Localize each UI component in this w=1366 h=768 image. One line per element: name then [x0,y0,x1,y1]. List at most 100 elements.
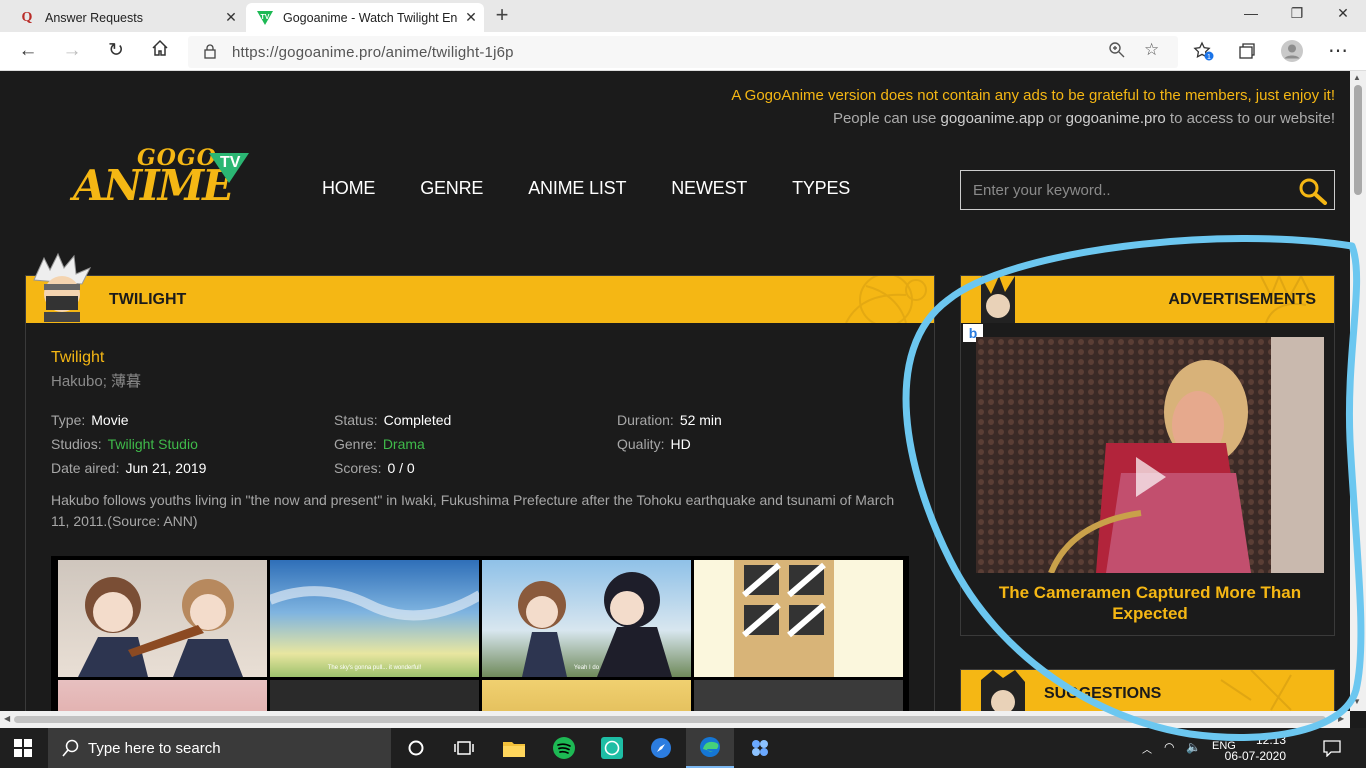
info-type: Type: Movie [51,412,129,428]
studio-link[interactable]: Twilight Studio [108,436,198,452]
anime-info-box: TWILIGHT Twilight Hakubo; 薄暮 Type: Movie … [25,252,935,711]
clock-time: 12:13 [1256,733,1287,747]
taskbar-search[interactable]: Type here to search [48,728,391,768]
ads-title: ADVERTISEMENTS [1168,291,1316,308]
search-box [960,170,1335,210]
tray-chevron-icon[interactable]: ︿ [1142,741,1152,756]
advertisements-box: ADVERTISEMENTS b The Cameramen Captured … [960,275,1335,636]
nav-newest[interactable]: NEWEST [671,178,747,199]
cortana-icon[interactable] [392,728,440,768]
url-field[interactable]: https://gogoanime.pro/anime/twilight-1j6… [188,36,1178,68]
horizontal-scrollbar[interactable]: ◀ ▶ [0,711,1350,728]
close-tab-icon[interactable]: ✕ [218,9,244,26]
web-page: A GogoAnime version does not contain any… [0,71,1350,711]
profile-avatar[interactable] [1281,40,1303,67]
search-input[interactable] [961,171,1281,209]
safari-icon[interactable] [637,728,685,768]
forward-button[interactable]: → [58,39,86,65]
notifications-icon[interactable] [1323,739,1341,762]
ads-header: ADVERTISEMENTS [961,276,1334,323]
minimize-button[interactable]: — [1228,0,1274,28]
scroll-thumb[interactable] [14,716,1326,723]
info-scores: Scores: 0 / 0 [334,460,415,476]
close-tab-icon[interactable]: ✕ [458,9,484,26]
home-button[interactable] [146,39,174,65]
mascot-icon [26,250,98,327]
gallery-caption: The sky's gonna pull... it wonderful! [327,665,422,671]
nav-anime-list[interactable]: ANIME LIST [528,178,626,199]
new-tab-button[interactable]: + [490,4,514,28]
info-genre: Genre: Drama [334,436,425,452]
info-type-value: Movie [91,412,129,428]
clock[interactable]: 12:13 06-07-2020 [1220,732,1286,764]
info-status: Status: Completed [334,412,452,428]
collections-icon[interactable] [1238,42,1256,65]
task-view-icon[interactable] [440,728,488,768]
gallery-image[interactable] [694,680,903,711]
gallery-image[interactable] [482,680,691,711]
screenshot-gallery: The sky's gonna pull... it wonderful! Ye… [51,556,909,711]
anime-other-names: Hakubo; 薄暮 [51,373,142,390]
site-logo[interactable]: GOGO ANIME TV [73,143,253,215]
ad-headline[interactable]: The Cameramen Captured More Than Expecte… [976,582,1324,624]
windows-taskbar: Type here to search ︿ ◠ 🔈 ENG 12:13 06-0… [0,728,1366,768]
file-explorer-icon[interactable] [490,728,538,768]
gallery-caption: Yeah I do [573,665,600,671]
tab-title: Answer Requests [45,10,143,25]
gallery-image[interactable] [694,560,903,677]
gallery-image[interactable] [58,560,267,677]
nav-types[interactable]: TYPES [792,178,850,199]
taskbar-search-placeholder: Type here to search [88,740,221,757]
search-icon[interactable] [1298,177,1328,210]
no-ads-notice: A GogoAnime version does not contain any… [731,87,1335,104]
zoom-icon[interactable] [1108,41,1126,64]
tab-gogoanime[interactable]: TV Gogoanime - Watch Twilight Eng ✕ [246,3,484,32]
suggestions-header: SUGGESTIONS [961,670,1334,711]
domains-notice: People can use gogoanime.app or gogoanim… [832,110,1335,127]
more-menu-icon[interactable]: ⋯ [1328,38,1348,63]
vertical-scrollbar[interactable]: ▲ ▼ [1350,71,1366,711]
whatsapp-icon[interactable] [588,728,636,768]
windows-start-icon[interactable] [14,739,32,762]
search-icon [62,739,80,761]
restore-button[interactable]: ❐ [1274,0,1320,28]
home-icon [152,39,168,56]
favorites-icon[interactable]: 1 [1193,41,1215,66]
wifi-icon[interactable]: ◠ [1164,740,1174,754]
quora-icon: Q [21,9,33,25]
suggestions-title: SUGGESTIONS [1044,685,1162,702]
gallery-image[interactable] [270,680,479,711]
info-duration-value: 52 min [679,412,722,428]
gallery-image[interactable]: The sky's gonna pull... it wonderful! [270,560,479,677]
favorite-star-icon[interactable]: ☆ [1144,40,1159,60]
url-text: https://gogoanime.pro/anime/twilight-1j6… [232,44,514,61]
anime-description: Hakubo follows youths living in "the now… [51,492,895,529]
main-nav: HOME GENRE ANIME LIST NEWEST TYPES [322,178,895,199]
gallery-image[interactable]: Yeah I do [482,560,691,677]
section-title: TWILIGHT [109,291,187,308]
gogoanime-icon: TV [257,10,273,26]
gallery-image[interactable] [58,680,267,711]
info-status-value: Completed [383,412,452,428]
lock-icon[interactable] [204,44,216,64]
info-scores-value: 0 / 0 [387,460,415,476]
refresh-button[interactable]: ↻ [102,39,130,65]
domain-link-app[interactable]: gogoanime.app [941,110,1044,127]
edge-icon[interactable] [686,728,734,768]
address-bar-row: ← → ↻ https://gogoanime.pro/anime/twilig… [0,32,1366,71]
scroll-thumb[interactable] [1354,85,1362,195]
volume-icon[interactable]: 🔈 [1186,740,1201,754]
close-window-button[interactable]: ✕ [1320,0,1366,28]
game-app-icon[interactable] [736,728,784,768]
clock-date: 06-07-2020 [1224,749,1287,763]
spotify-icon[interactable] [540,728,588,768]
nav-home[interactable]: HOME [322,178,375,199]
info-quality-value: HD [670,436,691,452]
ad-image[interactable] [976,337,1324,573]
genre-link[interactable]: Drama [383,436,425,452]
back-button[interactable]: ← [14,39,42,65]
domain-link-pro[interactable]: gogoanime.pro [1066,110,1166,127]
tab-answer-requests[interactable]: Q Answer Requests ✕ [8,3,244,32]
tab-strip: Q Answer Requests ✕ TV Gogoanime - Watch… [0,0,1366,32]
nav-genre[interactable]: GENRE [420,178,483,199]
